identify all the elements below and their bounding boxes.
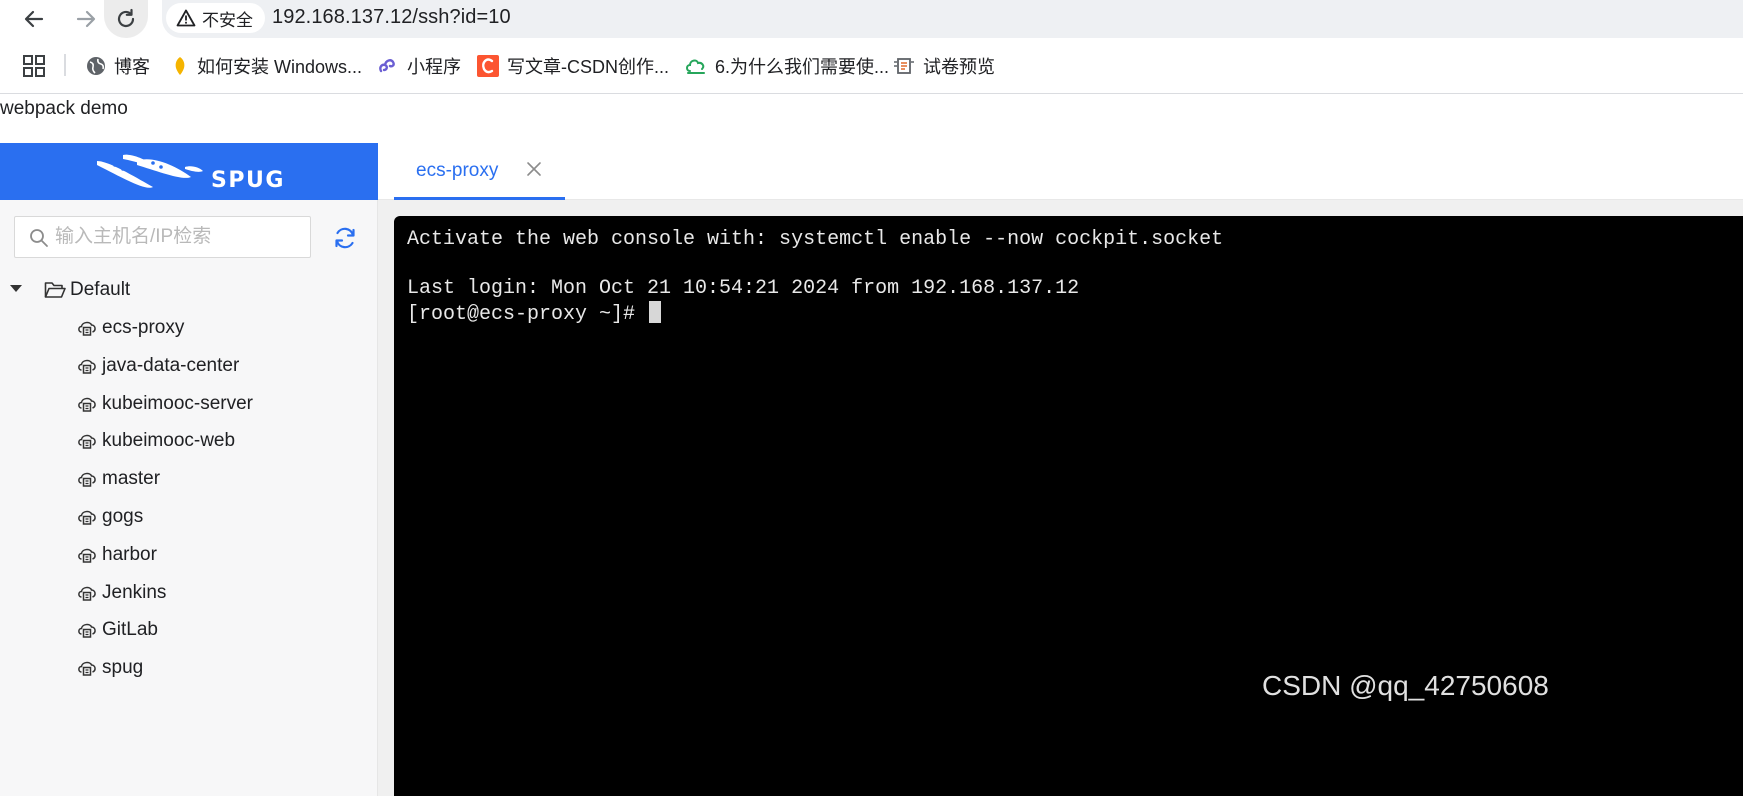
cloud-server-icon [78,548,96,563]
host-search-input[interactable] [55,218,305,256]
cloud-server-icon [78,321,96,336]
close-icon[interactable] [525,160,543,178]
host-label: java-data-center [102,354,240,376]
tree-group-default[interactable]: Default [0,271,378,309]
lightbulb-icon [175,57,185,75]
host-item[interactable]: kubeimooc-server [0,385,378,423]
cloud-server-icon [78,624,96,639]
terminal-prompt-line: [root@ecs-proxy ~]# [407,301,1743,327]
back-button[interactable] [12,0,56,38]
cloud-server-icon [78,510,96,525]
bookmark-label: 博客 [114,57,150,77]
security-indicator[interactable]: 不安全 [166,3,265,33]
bookmark-label: 如何安装 Windows... [197,57,363,77]
reload-button[interactable] [104,0,148,38]
terminal-cursor [649,301,662,324]
tab-ecs-proxy[interactable]: ecs-proxy [394,143,565,200]
host-label: harbor [102,543,157,565]
bookmarks-bar: 博客 如何安装 Windows... 小程序 写文章-CSDN创作... 6.为… [0,38,1743,94]
arrow-left-icon [24,10,44,28]
spug-logo-icon [97,154,203,188]
address-bar[interactable]: 不安全 192.168.137.12/ssh?id=10 [162,0,1743,38]
watermark: CSDN @qq_42750608 [1262,670,1549,701]
bookmark-label: 6.为什么我们需要使... [715,57,890,77]
terminal-console[interactable]: Activate the web console with: systemctl… [394,216,1743,796]
arrow-right-icon [76,10,96,28]
cloud-server-icon [78,397,96,412]
host-label: Jenkins [102,581,167,603]
bookmark-label: 小程序 [407,57,461,77]
host-label: master [102,468,161,490]
bookmark-windows[interactable]: 如何安装 Windows... [171,38,362,94]
exam-icon [894,58,914,74]
host-item[interactable]: java-data-center [0,347,378,385]
browser-toolbar: 不安全 192.168.137.12/ssh?id=10 [0,0,1743,38]
warning-icon [176,9,196,27]
apps-grid-icon [23,55,45,77]
logo-text: SPUG [211,168,285,193]
cloud-server-icon [78,359,96,374]
refresh-icon [335,227,355,249]
bookmark-article[interactable]: 6.为什么我们需要使... [685,38,889,94]
host-item[interactable]: master [0,460,378,498]
search-icon [30,229,48,247]
cloud-server-icon [78,661,96,676]
bookmark-csdn[interactable]: 写文章-CSDN创作... [477,38,669,94]
host-item[interactable]: ecs-proxy [0,309,378,347]
page-title: webpack demo [0,98,128,119]
host-item[interactable]: gogs [0,498,378,536]
tree-group-label: Default [70,279,131,300]
bookmark-label: 写文章-CSDN创作... [507,57,669,77]
host-item[interactable]: Jenkins [0,574,378,612]
bookmark-blog[interactable]: 博客 [86,38,150,94]
host-sidebar: SPUG Default ecs-pro [0,143,378,796]
globe-icon [87,57,105,75]
host-label: GitLab [102,619,158,641]
csdn-icon [477,55,499,77]
folder-open-icon [44,282,66,298]
host-label: spug [102,657,144,679]
cloud-icon [686,59,705,74]
reload-icon [117,8,135,28]
host-label: gogs [102,505,144,527]
bookmark-exam[interactable]: 试卷预览 [893,38,995,94]
bookmark-label: 试卷预览 [923,57,995,77]
bookmark-miniprogram[interactable]: 小程序 [377,38,461,94]
refresh-button[interactable] [332,225,358,251]
host-label: kubeimooc-web [102,430,236,452]
terminal-prompt: [root@ecs-proxy ~]# [407,303,648,327]
bookmarks-divider [64,54,66,76]
forward-button[interactable] [64,0,108,38]
cloud-server-icon [78,472,96,487]
terminal-line: Last login: Mon Oct 21 10:54:21 2024 fro… [407,276,1080,300]
apps-button[interactable] [22,54,48,80]
caret-down-icon[interactable] [10,285,22,292]
tab-bar: ecs-proxy [378,143,1743,200]
host-item[interactable]: kubeimooc-web [0,422,378,460]
url-text[interactable]: 192.168.137.12/ssh?id=10 [272,6,511,29]
host-list: ecs-proxy java-data-center kubeimooc-ser… [0,309,378,687]
logo-bar: SPUG [0,143,378,200]
miniprogram-icon [379,59,395,73]
cloud-server-icon [78,586,96,601]
cloud-server-icon [78,435,96,450]
host-label: kubeimooc-server [102,392,253,414]
host-item[interactable]: GitLab [0,611,378,649]
tab-label: ecs-proxy [416,160,499,181]
security-label: 不安全 [202,10,253,30]
terminal-line: Activate the web console with: systemctl… [407,228,1224,251]
host-item[interactable]: spug [0,649,378,687]
host-label: ecs-proxy [102,317,185,338]
host-item[interactable]: harbor [0,536,378,574]
host-search-box[interactable] [14,216,311,258]
